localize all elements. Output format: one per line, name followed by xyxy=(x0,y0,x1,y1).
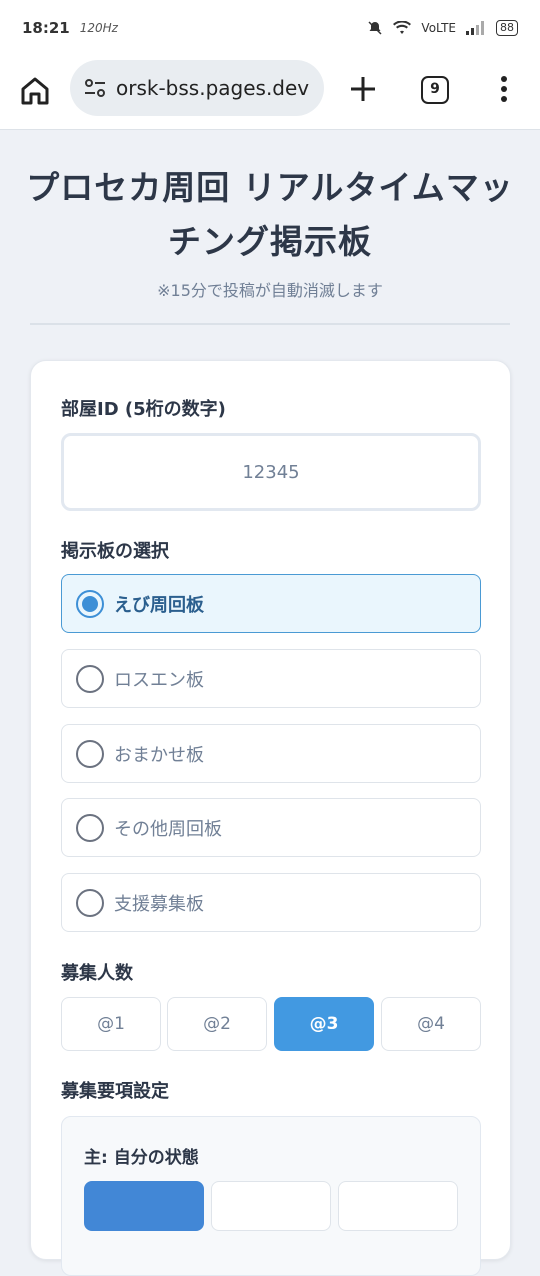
board-label: 掲示板の選択 xyxy=(61,541,169,562)
status-bar: 18:21 120Hz VoLTE 88 xyxy=(0,0,540,56)
site-settings-icon[interactable] xyxy=(82,75,108,101)
host-state-label: 主: 自分の状態 xyxy=(84,1148,199,1168)
more-menu-icon[interactable] xyxy=(494,74,514,104)
status-time: 18:21 xyxy=(22,19,70,37)
count-button-3[interactable]: @3 xyxy=(274,997,374,1051)
board-option-label: ロスエン板 xyxy=(114,669,204,691)
host-state-option-2[interactable] xyxy=(211,1181,331,1231)
wifi-icon xyxy=(393,21,412,34)
home-icon[interactable] xyxy=(18,74,52,108)
browser-toolbar: orsk-bss.pages.dev 9 xyxy=(0,56,540,130)
count-button-2[interactable]: @2 xyxy=(167,997,267,1051)
url-text: orsk-bss.pages.dev xyxy=(116,76,310,100)
radio-unchecked-icon xyxy=(76,813,104,842)
board-option-support[interactable]: 支援募集板 xyxy=(61,873,481,932)
host-state-option-3[interactable] xyxy=(338,1181,458,1231)
board-option-label: おまかせ板 xyxy=(114,744,204,766)
board-option-label: えび周回板 xyxy=(114,594,204,616)
new-tab-icon[interactable] xyxy=(348,74,378,104)
post-form-card: 部屋ID (5桁の数字) 掲示板の選択 えび周回板 ロスエン板 おまかせ板 その… xyxy=(30,360,511,1276)
count-button-1[interactable]: @1 xyxy=(61,997,161,1051)
divider xyxy=(30,323,510,325)
radio-unchecked-icon xyxy=(76,739,104,768)
board-option-ebi[interactable]: えび周回板 xyxy=(61,574,481,633)
page-content: プロセカ周回 リアルタイムマッチング掲示板 ※15分で投稿が自動消滅します 部屋… xyxy=(0,131,540,1276)
count-button-4[interactable]: @4 xyxy=(381,997,481,1051)
requirements-label: 募集要項設定 xyxy=(61,1081,169,1102)
battery-icon: 88 xyxy=(496,20,518,36)
bell-muted-icon xyxy=(368,21,382,35)
page-title: プロセカ周回 リアルタイムマッチング掲示板 xyxy=(26,168,514,261)
radio-unchecked-icon xyxy=(76,664,104,693)
host-state-option-1[interactable] xyxy=(84,1181,204,1231)
count-label: 募集人数 xyxy=(61,963,133,984)
room-id-label: 部屋ID (5桁の数字) xyxy=(61,399,226,420)
address-bar[interactable]: orsk-bss.pages.dev xyxy=(70,60,324,116)
page-subtitle: ※15分で投稿が自動消滅します xyxy=(157,281,383,300)
radio-unchecked-icon xyxy=(76,888,104,917)
refresh-rate: 120Hz xyxy=(79,21,118,35)
signal-icon xyxy=(466,21,484,35)
radio-checked-icon xyxy=(76,589,104,618)
board-option-label: 支援募集板 xyxy=(114,893,204,915)
tab-switcher-button[interactable]: 9 xyxy=(421,76,449,104)
room-id-input[interactable] xyxy=(61,433,481,511)
board-option-label: その他周回板 xyxy=(114,818,222,840)
board-option-omakase[interactable]: おまかせ板 xyxy=(61,724,481,783)
requirements-panel: 主: 自分の状態 xyxy=(61,1116,481,1276)
network-type: VoLTE xyxy=(421,21,456,35)
board-option-other[interactable]: その他周回板 xyxy=(61,798,481,857)
board-option-losen[interactable]: ロスエン板 xyxy=(61,649,481,708)
